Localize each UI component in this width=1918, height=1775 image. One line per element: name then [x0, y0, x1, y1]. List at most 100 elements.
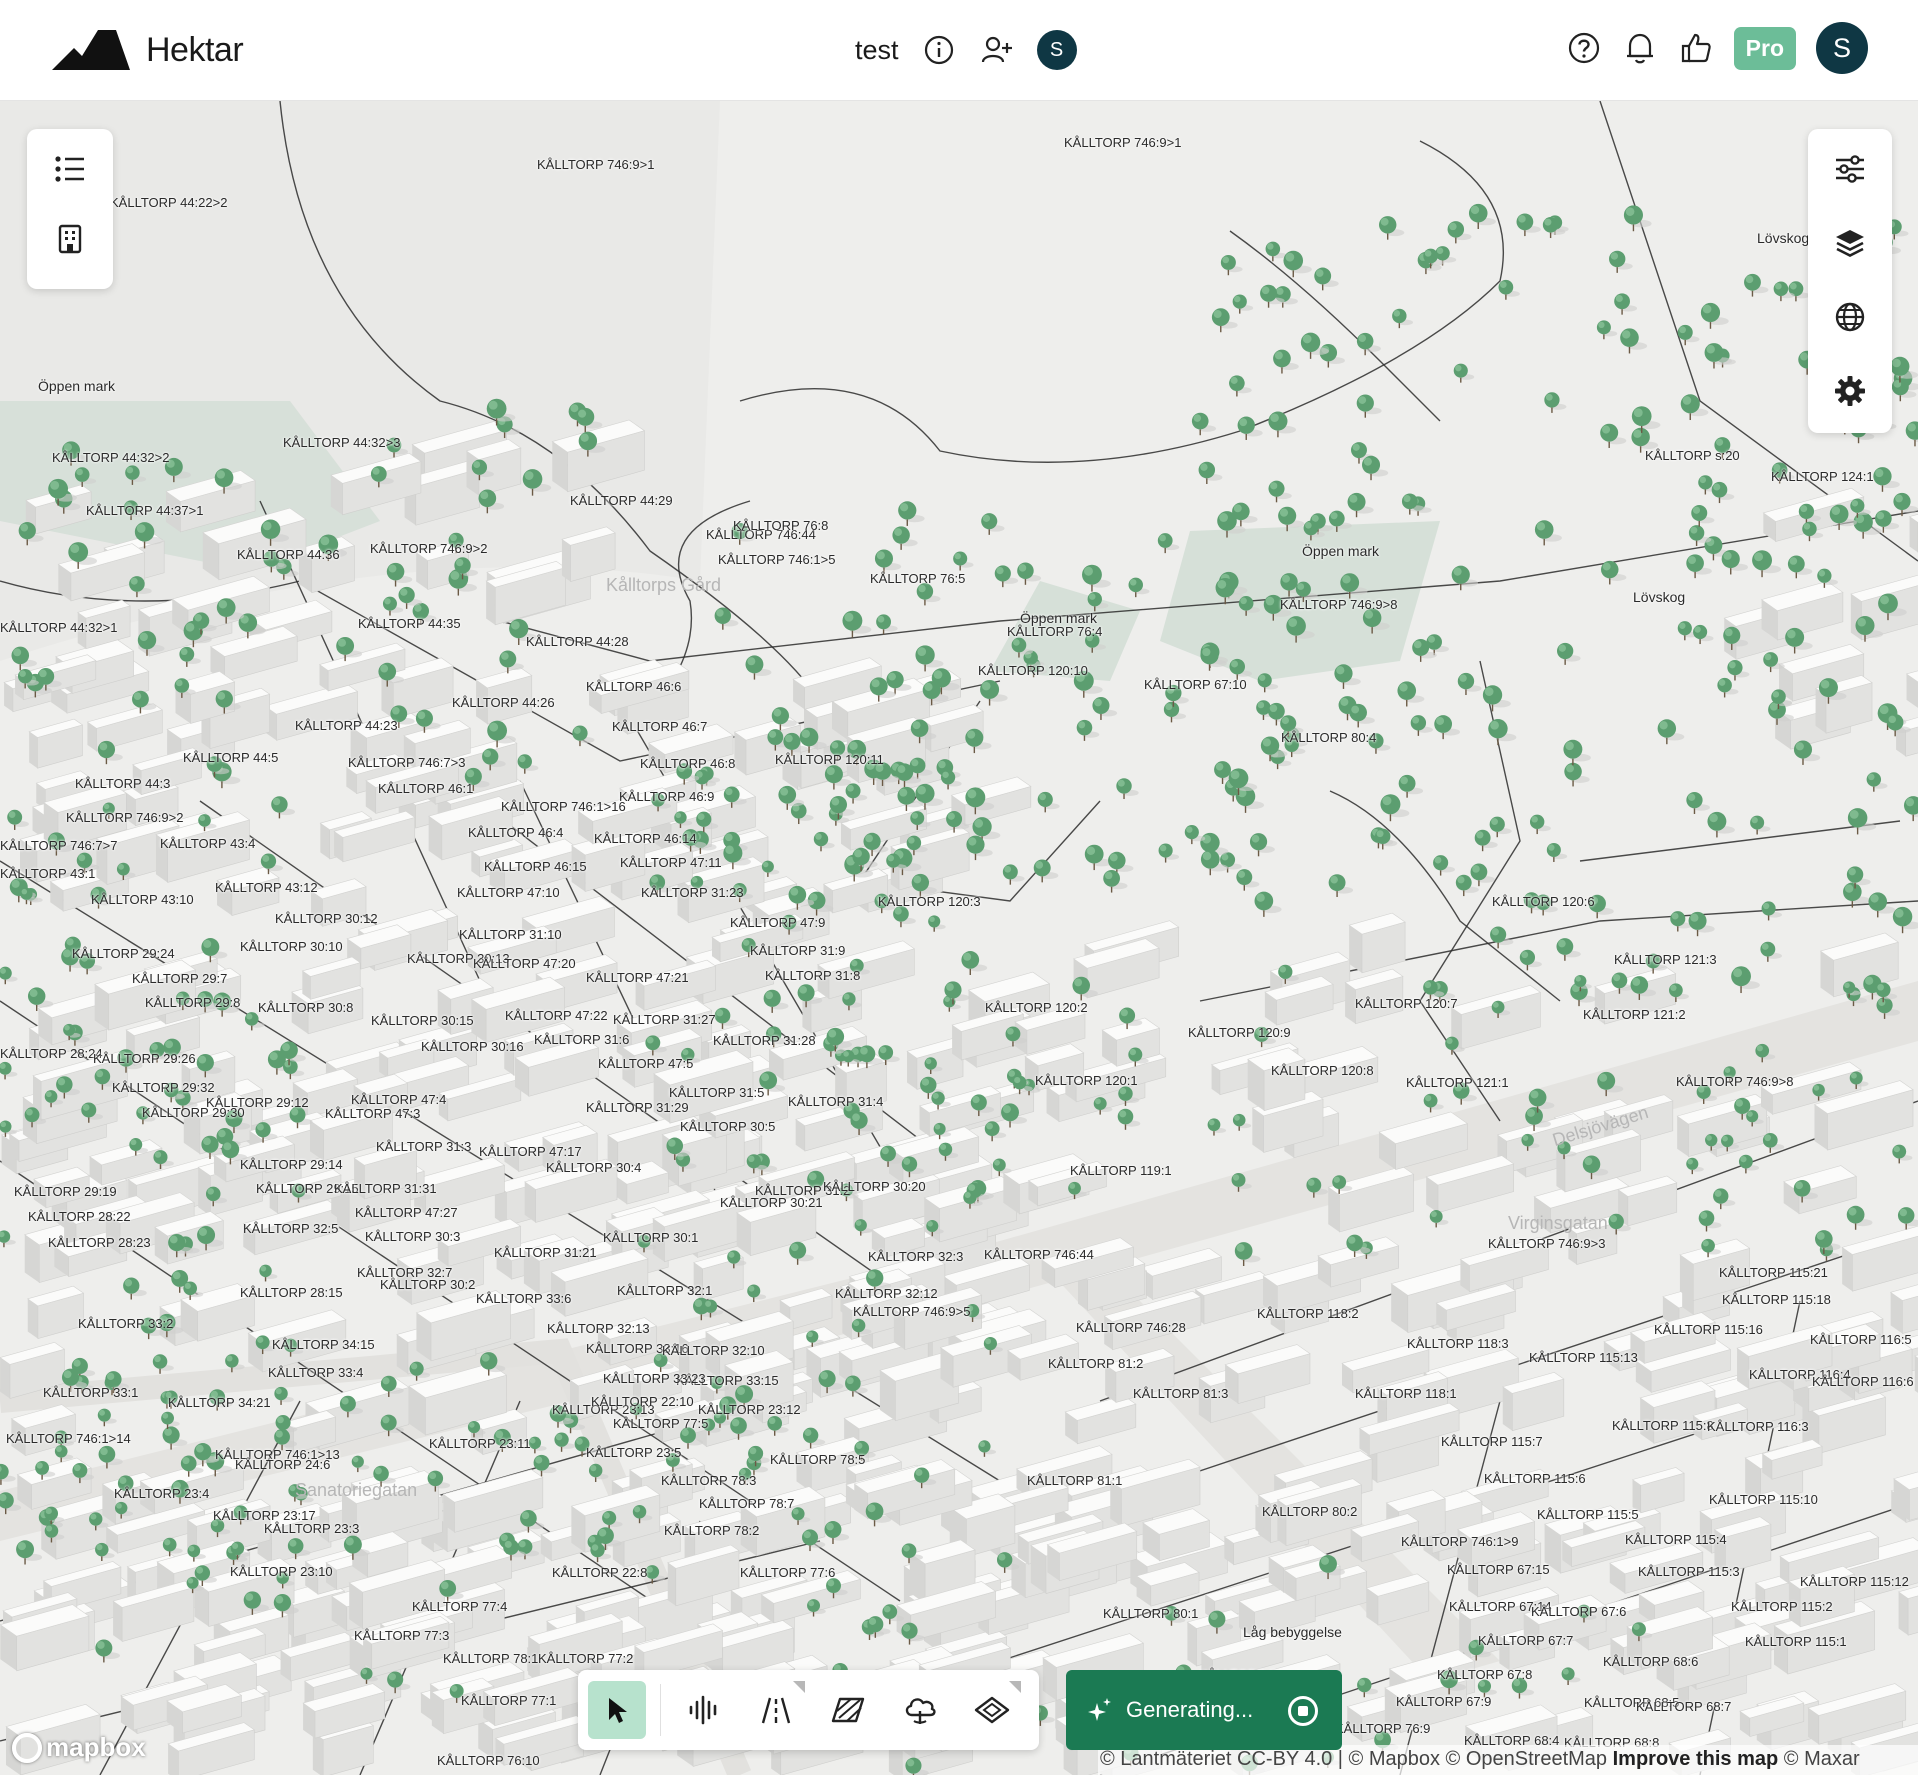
tree [1237, 416, 1255, 434]
tree [674, 811, 687, 824]
tree [134, 522, 155, 542]
parcel-label: KÅLLTORP 115:2 [1731, 1599, 1833, 1614]
parcel-label: KÅLLTORP 30:15 [371, 1013, 474, 1028]
tree [1217, 511, 1237, 531]
tree [946, 811, 963, 828]
toolbar-divider [660, 1684, 661, 1736]
parcel-label: KÅLLTORP 746:9>1 [1064, 135, 1182, 150]
parcel-label: KÅLLTORP 31:31 [334, 1181, 437, 1196]
add-user-icon[interactable] [979, 32, 1015, 68]
tree [1236, 869, 1253, 886]
tree [336, 636, 355, 655]
land-use-label: Öppen mark [1020, 610, 1098, 626]
parcel-label: KÅLLTORP 44:32>1 [0, 620, 118, 635]
cloud-tool[interactable] [891, 1681, 949, 1739]
mapbox-logo[interactable]: mapbox [12, 1732, 146, 1763]
logo[interactable]: Hektar [52, 30, 244, 70]
tree [1392, 308, 1407, 324]
globe-icon[interactable] [1830, 297, 1870, 337]
tree [409, 1361, 424, 1376]
tree [255, 1122, 271, 1138]
sliders-icon[interactable] [1830, 149, 1870, 189]
area-tool[interactable] [819, 1681, 877, 1739]
bell-icon[interactable] [1622, 30, 1658, 66]
tree [1657, 719, 1677, 738]
layers-icon[interactable] [1830, 223, 1870, 263]
tree [373, 1465, 389, 1482]
tree [255, 1335, 270, 1350]
tree [1278, 964, 1293, 979]
tree [1707, 811, 1727, 831]
tree [1677, 621, 1692, 636]
tree [906, 835, 922, 851]
pro-badge[interactable]: Pro [1733, 26, 1796, 70]
user-avatar[interactable]: S [1816, 22, 1868, 74]
select-tool[interactable] [588, 1681, 646, 1739]
tree [98, 1445, 116, 1463]
tree [924, 1057, 937, 1070]
tree [1623, 205, 1643, 225]
tree [767, 729, 784, 746]
parcel-label: KÅLLTORP 76:8 [733, 518, 829, 533]
tree [714, 1007, 731, 1024]
parcel-label: KÅLLTORP 746:28 [1076, 1320, 1186, 1335]
tree [1688, 525, 1705, 541]
tree [761, 860, 774, 873]
tree [789, 1241, 807, 1259]
tree [874, 549, 893, 568]
tree [1005, 1026, 1021, 1042]
list-icon[interactable] [50, 149, 90, 189]
tree [1596, 320, 1611, 335]
road-tool[interactable] [747, 1681, 805, 1739]
drawing-tool[interactable] [963, 1681, 1021, 1739]
project-name[interactable]: test [855, 35, 899, 66]
header-actions: Pro S [1566, 22, 1868, 74]
thumbs-up-icon[interactable] [1678, 30, 1714, 66]
info-icon[interactable] [921, 32, 957, 68]
tree [187, 1544, 201, 1558]
tree [1191, 412, 1209, 430]
tree [1704, 343, 1724, 362]
attribution-maxar[interactable]: © Maxar [1784, 1748, 1860, 1770]
tree [1878, 593, 1898, 614]
tree [747, 1284, 761, 1298]
tree [1630, 976, 1649, 994]
tree [1897, 1207, 1915, 1224]
land-use-label: Låg bebyggelse [1243, 1624, 1342, 1640]
tree [194, 1443, 212, 1461]
tree [1564, 762, 1582, 781]
tree [1711, 481, 1728, 498]
generating-status-button[interactable]: Generating... [1066, 1670, 1342, 1750]
building[interactable] [1247, 1047, 1306, 1112]
tree [1328, 874, 1346, 892]
help-icon[interactable] [1566, 30, 1602, 66]
parcel-label: KÅLLTORP 115:21 [1719, 1265, 1828, 1280]
waveform-tool[interactable] [675, 1681, 733, 1739]
land-use-label: Lövskog [1633, 589, 1686, 605]
parcel-label: KÅLLTORP 77:6 [740, 1565, 836, 1580]
parcel-label: KÅLLTORP 115:18 [1722, 1292, 1831, 1307]
collaborator-avatar[interactable]: S [1036, 30, 1077, 70]
attribution-sources[interactable]: © Lantmäteriet CC-BY 4.0 | © Mapbox © Op… [1100, 1748, 1607, 1770]
tree [351, 1455, 364, 1468]
parcel-label: KÅLLTORP 115:16 [1654, 1322, 1763, 1337]
tree [1265, 241, 1281, 257]
tree [892, 526, 910, 544]
settings-icon[interactable] [1830, 371, 1870, 411]
tree [1850, 498, 1865, 513]
stop-icon[interactable] [1288, 1696, 1318, 1726]
parcel-label: KÅLLTORP 28:23 [48, 1235, 151, 1250]
tree [851, 1318, 866, 1333]
improve-map-link[interactable]: Improve this map [1613, 1748, 1779, 1770]
tree [1771, 689, 1786, 705]
parcel-label: KÅLLTORP 120:6 [1492, 894, 1595, 909]
tree [1474, 829, 1491, 846]
tree [1600, 423, 1619, 442]
map-canvas[interactable]: KÅLLTORP 746:9>1 KÅLLTORP 746:9>1 KÅLLTORP… [0, 101, 1918, 1775]
tree [1691, 505, 1708, 522]
tree [1849, 1071, 1863, 1085]
tree [1698, 475, 1713, 490]
building-icon[interactable] [50, 219, 90, 259]
parcel-label: KÅLLTORP 47:27 [355, 1205, 458, 1220]
tree [910, 719, 929, 738]
